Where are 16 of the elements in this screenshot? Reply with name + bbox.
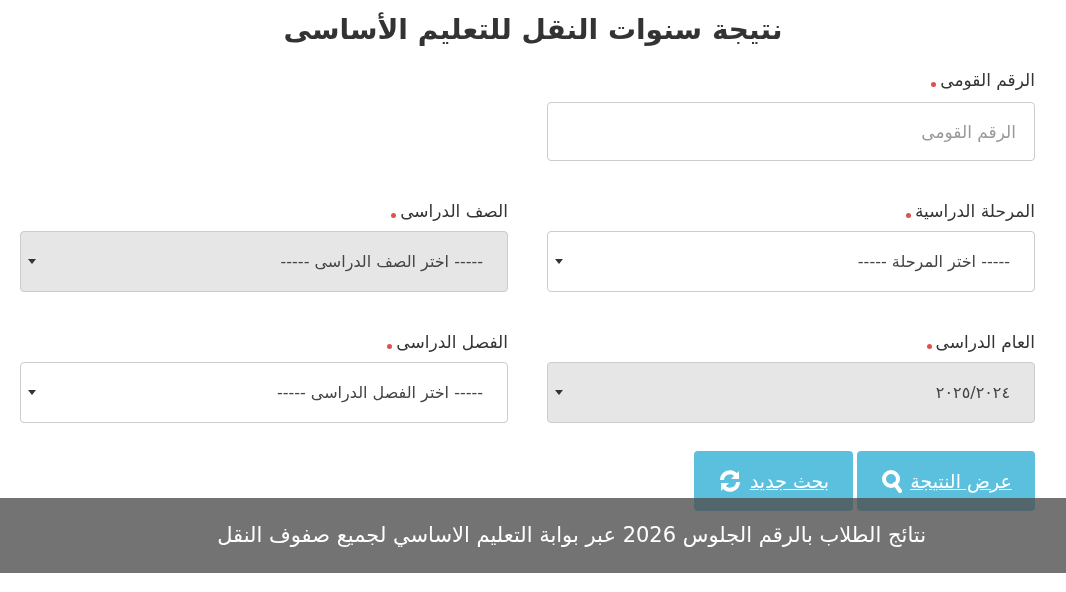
- chevron-down-icon: [554, 389, 564, 396]
- chevron-down-icon: [554, 258, 564, 265]
- field-label: العام الدراسى: [935, 331, 1035, 355]
- field-label: الفصل الدراسى: [396, 331, 508, 355]
- field-label: المرحلة الدراسية: [915, 200, 1035, 224]
- dropdown-select[interactable]: ----- اختر المرحلة -----: [547, 231, 1035, 292]
- page-title: نتيجة سنوات النقل للتعليم الأساسى: [283, 11, 783, 48]
- dropdown-select[interactable]: ----- اختر الفصل الدراسى -----: [20, 362, 508, 423]
- field-label: الرقم القومى: [940, 69, 1035, 93]
- field-label: الصف الدراسى: [400, 200, 508, 224]
- refresh-icon: [717, 469, 742, 493]
- chevron-down-icon: [27, 258, 37, 265]
- caption-text: نتائج الطلاب بالرقم الجلوس 2026 عبر بوابة التعليم الاساسي لجميع صفوف النقل: [217, 521, 926, 549]
- national-id-field[interactable]: الرقم القومى: [547, 102, 1035, 161]
- search-icon: [880, 469, 903, 493]
- chevron-down-icon: [27, 389, 37, 396]
